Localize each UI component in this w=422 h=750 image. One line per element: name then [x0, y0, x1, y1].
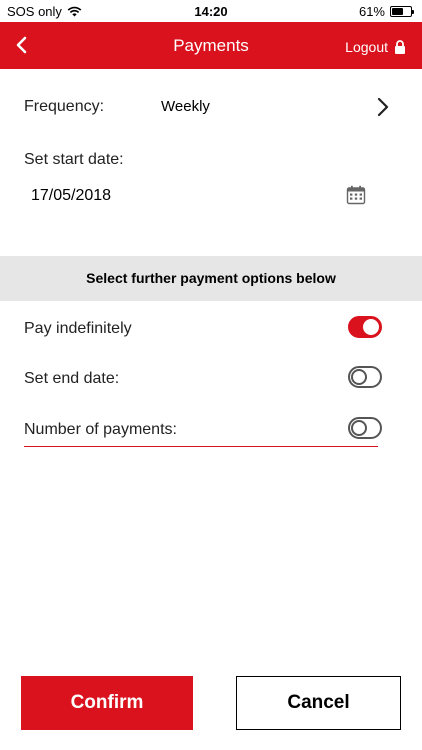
pay-indefinitely-toggle[interactable]: [348, 316, 382, 338]
logout-label: Logout: [345, 39, 388, 55]
number-of-payments-toggle[interactable]: [348, 417, 382, 439]
status-right: 61%: [358, 4, 414, 19]
set-end-date-toggle[interactable]: [348, 366, 382, 388]
logout-button[interactable]: Logout: [345, 39, 406, 55]
pay-indefinitely-row: Pay indefinitely: [24, 315, 382, 343]
toggle-knob: [363, 319, 379, 335]
lock-icon: [395, 40, 405, 54]
payments-screen: SOS only 14:20 61% Payments Logout Frequ…: [0, 0, 422, 750]
battery-fill: [392, 8, 403, 15]
options-banner: Select further payment options below: [0, 256, 422, 301]
toggle-knob: [351, 420, 367, 436]
pay-indefinitely-label: Pay indefinitely: [24, 320, 132, 337]
calendar-icon[interactable]: [346, 185, 366, 205]
cancel-button[interactable]: Cancel: [236, 676, 401, 730]
confirm-button[interactable]: Confirm: [21, 676, 193, 730]
set-end-date-label: Set end date:: [24, 370, 120, 387]
toggle-knob: [351, 369, 367, 385]
frequency-value: Weekly: [161, 98, 210, 115]
number-of-payments-label: Number of payments:: [24, 421, 177, 438]
battery-icon: [390, 6, 414, 17]
nav-bar: Payments Logout: [0, 22, 422, 69]
chevron-right-icon[interactable]: [372, 94, 394, 120]
frequency-row[interactable]: Frequency: Weekly: [24, 94, 398, 120]
field-underline: [24, 446, 378, 447]
frequency-label: Frequency:: [24, 98, 105, 115]
status-bar: SOS only 14:20 61%: [0, 0, 422, 22]
start-date-field[interactable]: 17/05/2018: [31, 187, 111, 205]
start-date-label: Set start date:: [24, 151, 124, 168]
set-end-date-row: Set end date:: [24, 365, 382, 393]
number-of-payments-row: Number of payments:: [24, 416, 382, 444]
battery-percent: 61%: [358, 4, 385, 19]
